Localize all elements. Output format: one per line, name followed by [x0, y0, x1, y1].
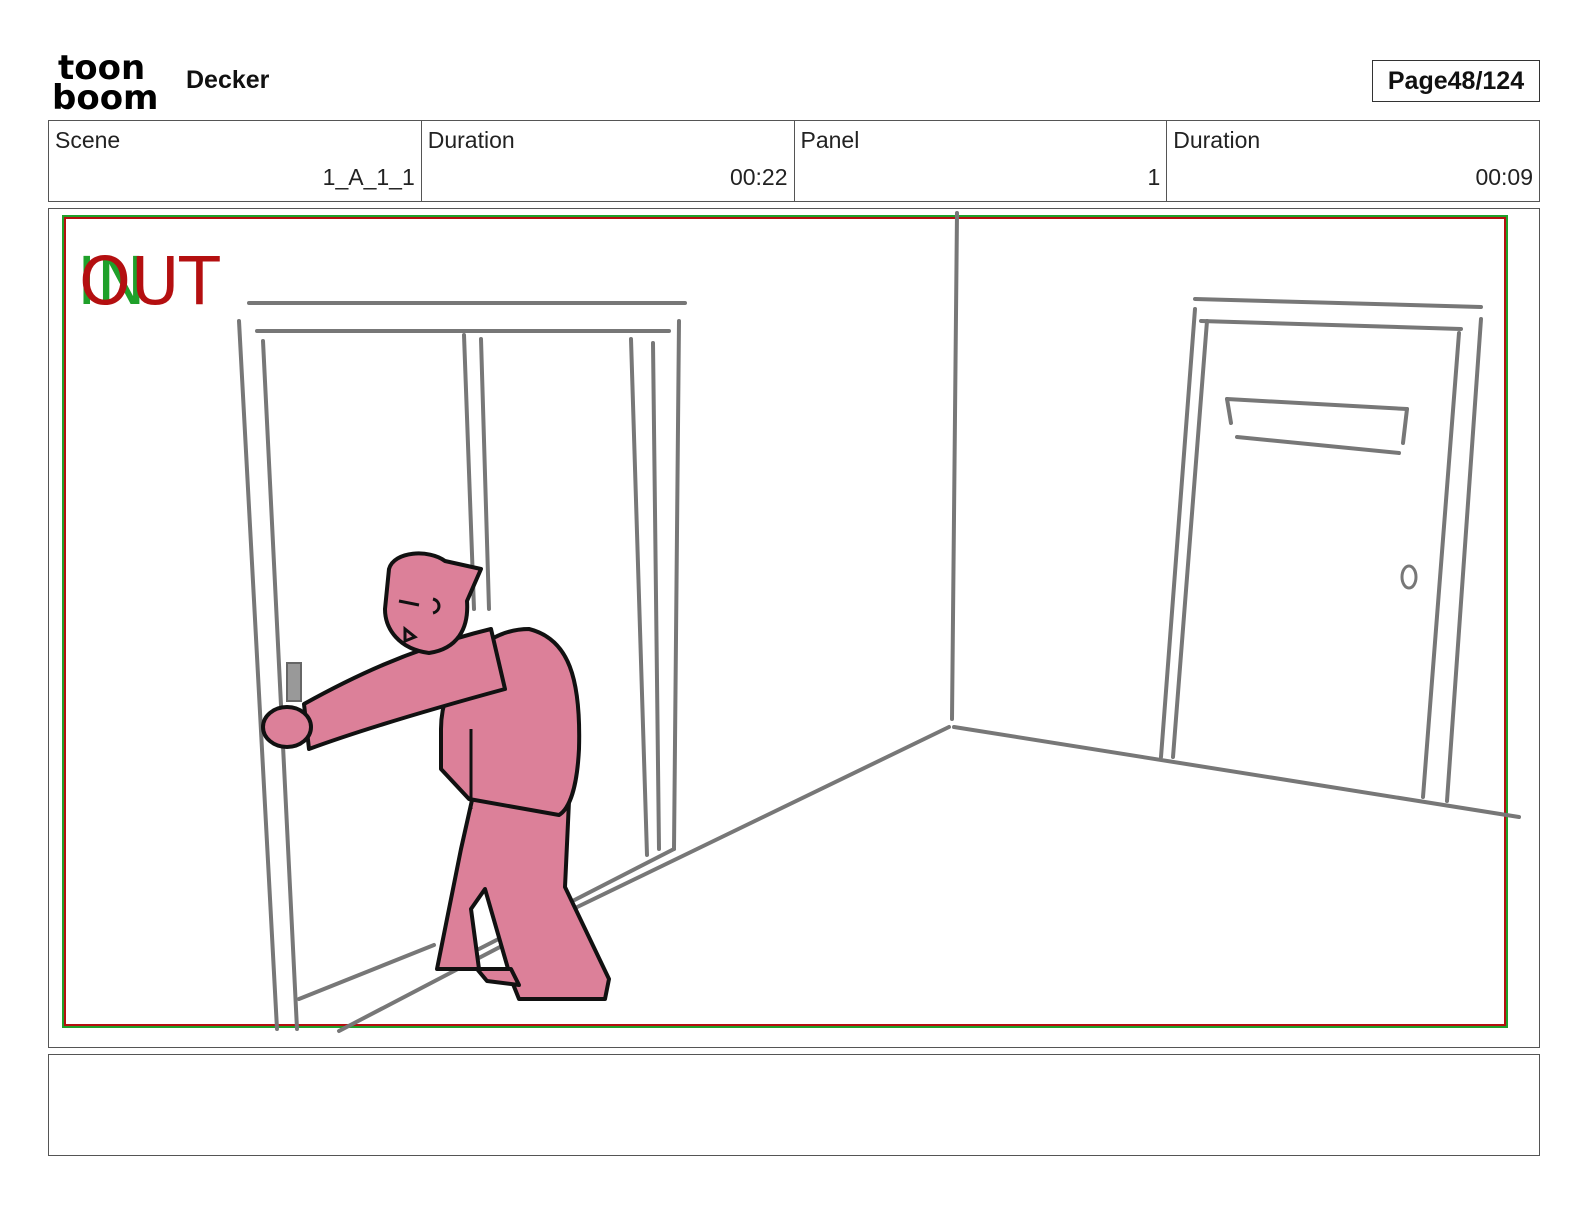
panel-duration-label: Duration: [1173, 127, 1261, 153]
panel-label: Panel: [800, 127, 860, 153]
out-marker: OUT: [79, 243, 220, 320]
logo-line-2: boom: [52, 78, 158, 112]
page-label: Page: [1387, 66, 1448, 95]
panel-drawing: IN OUT: [62, 211, 1521, 1033]
panel-value: 1: [1147, 164, 1161, 190]
panel-info-table: Scene 1_A_1_1 Duration 00:22 Panel 1 Dur…: [48, 120, 1540, 202]
storyboard-panel: IN OUT: [48, 208, 1540, 1048]
character-fist: [261, 705, 313, 749]
panel-duration-value: 00:09: [1475, 164, 1533, 190]
project-title: Decker: [186, 66, 270, 94]
page-indicator: Page 48/124: [1372, 60, 1540, 102]
panel-cell: Panel 1: [795, 121, 1168, 201]
panel-notes-box[interactable]: [48, 1054, 1540, 1156]
scene-label: Scene: [55, 127, 121, 153]
character-figure: [261, 551, 611, 1001]
scene-duration-label: Duration: [427, 127, 515, 153]
character-shoe: [475, 967, 521, 987]
page-number: 48/124: [1447, 66, 1525, 95]
out-frame-border: [64, 217, 1506, 1026]
scene-duration-cell: Duration 00:22: [422, 121, 795, 201]
scene-value: 1_A_1_1: [322, 164, 415, 190]
scene-duration-value: 00:22: [729, 164, 788, 190]
panel-duration-cell: Duration 00:09: [1167, 121, 1539, 201]
in-frame-border: [62, 215, 1508, 1028]
scene-cell: Scene 1_A_1_1: [49, 121, 422, 201]
toon-boom-logo: toon boom: [52, 48, 164, 118]
